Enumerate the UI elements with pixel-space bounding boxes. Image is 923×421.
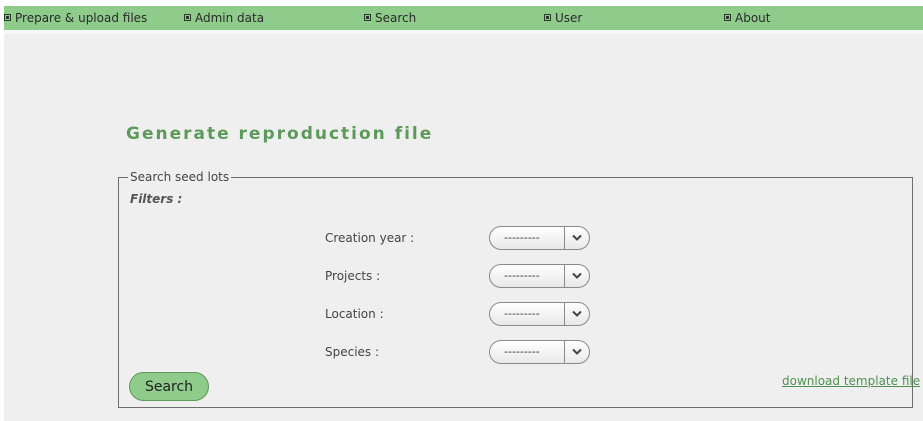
select-arrow[interactable]: [564, 341, 589, 363]
download-template-link[interactable]: download template file: [782, 374, 920, 388]
filter-label-species: Species :: [325, 345, 380, 359]
nav-item-prepare-upload[interactable]: Prepare & upload files: [4, 6, 147, 30]
select-value: ---------: [504, 269, 540, 282]
nav-divider: [4, 30, 923, 34]
nav-item-user[interactable]: User: [544, 6, 582, 30]
creation-year-select[interactable]: ---------: [489, 226, 590, 250]
filter-label-projects: Projects :: [325, 269, 381, 283]
nav-item-about[interactable]: About: [724, 6, 770, 30]
species-select[interactable]: ---------: [489, 340, 590, 364]
filter-label-location: Location :: [325, 307, 384, 321]
select-value: ---------: [504, 307, 540, 320]
projects-select[interactable]: ---------: [489, 264, 590, 288]
square-bullet-icon: [544, 14, 551, 21]
search-seed-lots-panel: Search seed lots: [118, 170, 913, 408]
square-bullet-icon: [184, 14, 191, 21]
chevron-down-icon: [572, 272, 582, 279]
nav-item-label: User: [555, 11, 583, 25]
chevron-down-icon: [572, 234, 582, 241]
nav-item-label: Prepare & upload files: [15, 11, 148, 25]
select-arrow[interactable]: [564, 265, 589, 287]
nav-item-label: Admin data: [195, 11, 265, 25]
square-bullet-icon: [724, 14, 731, 21]
nav-item-admin-data[interactable]: Admin data: [184, 6, 264, 30]
chevron-down-icon: [572, 310, 582, 317]
select-arrow[interactable]: [564, 303, 589, 325]
filter-label-creation-year: Creation year :: [325, 231, 415, 245]
nav-item-label: Search: [375, 11, 417, 25]
square-bullet-icon: [364, 14, 371, 21]
page-title: Generate reproduction file: [126, 124, 434, 144]
panel-legend: Search seed lots: [130, 170, 230, 184]
nav-item-label: About: [735, 11, 771, 25]
search-button[interactable]: Search: [129, 372, 209, 401]
square-bullet-icon: [4, 14, 11, 21]
filters-label: Filters :: [130, 192, 183, 206]
chevron-down-icon: [572, 348, 582, 355]
nav-item-search[interactable]: Search: [364, 6, 416, 30]
top-nav: Prepare & upload files Admin data Search…: [4, 6, 923, 31]
select-value: ---------: [504, 345, 540, 358]
select-value: ---------: [504, 231, 540, 244]
location-select[interactable]: ---------: [489, 302, 590, 326]
select-arrow[interactable]: [564, 227, 589, 249]
